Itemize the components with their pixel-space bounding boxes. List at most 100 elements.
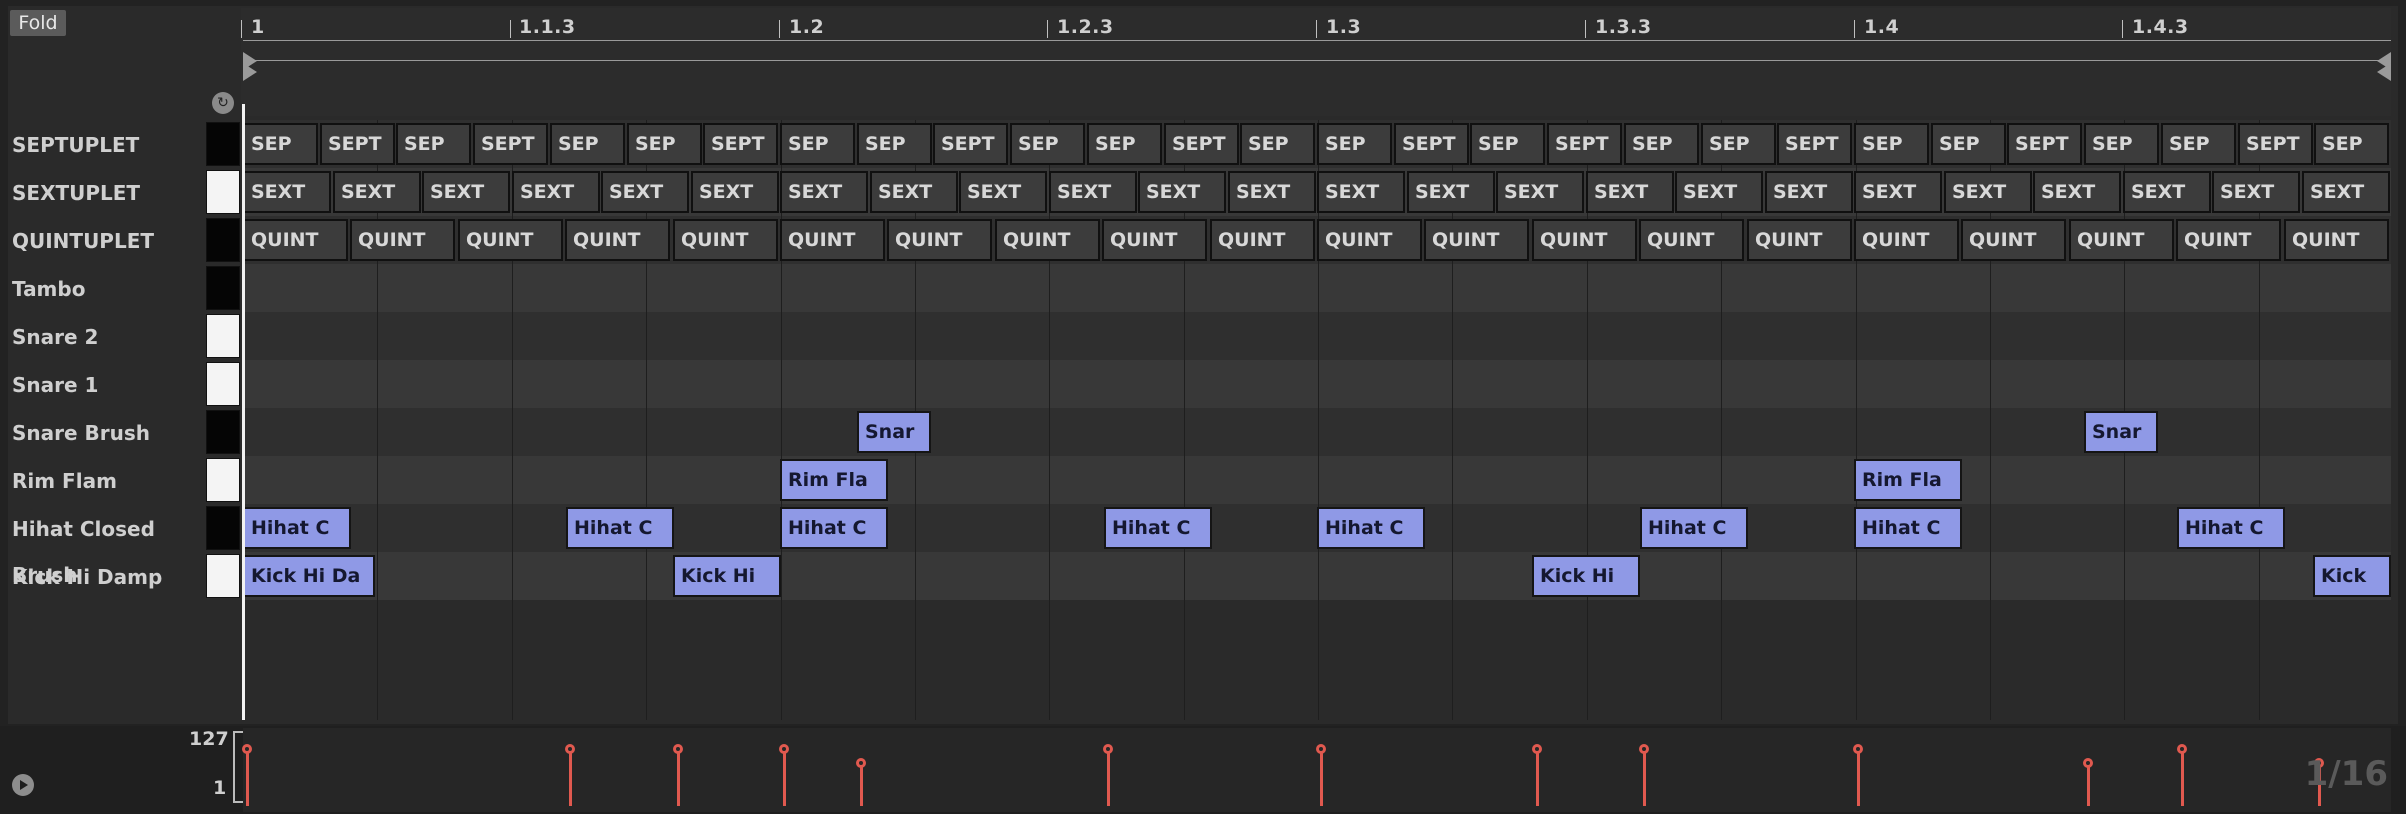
midi-note[interactable]: SEXT — [512, 171, 600, 213]
midi-note[interactable]: Hihat C — [1317, 507, 1425, 549]
midi-note[interactable]: SEXT — [243, 171, 331, 213]
midi-note[interactable]: Kick Hi — [673, 555, 781, 597]
midi-note[interactable]: SEPT — [1164, 123, 1239, 165]
midi-note[interactable]: SEXT — [1228, 171, 1316, 213]
lane-label[interactable]: Snare 1 — [8, 362, 206, 408]
midi-note[interactable]: SEP — [1317, 123, 1392, 165]
follow-icon[interactable]: ↻ — [212, 92, 234, 114]
midi-note[interactable]: SEXT — [2123, 171, 2211, 213]
midi-note[interactable]: QUINT — [995, 219, 1100, 261]
velocity-handle[interactable] — [1103, 744, 1113, 754]
midi-note[interactable]: SEXT — [422, 171, 510, 213]
clip-start-marker[interactable] — [243, 63, 257, 81]
lane-row[interactable] — [243, 408, 2391, 456]
midi-note[interactable]: SEPT — [1777, 123, 1852, 165]
midi-note[interactable]: QUINT — [458, 219, 563, 261]
midi-note[interactable]: SEP — [627, 123, 702, 165]
midi-note[interactable]: QUINT — [1639, 219, 1744, 261]
midi-note[interactable]: Kick — [2313, 555, 2391, 597]
midi-note[interactable]: QUINT — [1854, 219, 1959, 261]
midi-note[interactable]: SEPT — [473, 123, 548, 165]
midi-note[interactable]: QUINT — [887, 219, 992, 261]
midi-note[interactable]: SEP — [1240, 123, 1315, 165]
lane-preview-key[interactable] — [206, 506, 240, 550]
midi-note[interactable]: SEXT — [870, 171, 958, 213]
lane-label[interactable]: Snare 2 — [8, 314, 206, 360]
lane-label[interactable]: Hihat Closed Brush — [8, 506, 206, 587]
midi-note[interactable]: QUINT — [2176, 219, 2281, 261]
midi-note[interactable]: QUINT — [1961, 219, 2066, 261]
midi-note[interactable]: QUINT — [1317, 219, 1422, 261]
velocity-handle[interactable] — [673, 744, 683, 754]
midi-note[interactable]: SEXT — [1675, 171, 1763, 213]
lane-preview-key[interactable] — [206, 314, 240, 358]
midi-note[interactable]: SEP — [2314, 123, 2389, 165]
midi-note[interactable]: SEP — [1087, 123, 1162, 165]
midi-note[interactable]: QUINT — [1424, 219, 1529, 261]
midi-note[interactable]: Rim Fla — [780, 459, 888, 501]
lane-row[interactable] — [243, 360, 2391, 408]
grid-quantization-label[interactable]: 1/16 — [2305, 754, 2388, 794]
midi-note[interactable]: SEP — [1854, 123, 1929, 165]
midi-note[interactable]: QUINT — [243, 219, 348, 261]
midi-note[interactable]: SEP — [243, 123, 318, 165]
midi-note[interactable]: SEXT — [1317, 171, 1405, 213]
lane-label[interactable]: SEXTUPLET — [8, 170, 206, 216]
midi-note[interactable]: SEXT — [2033, 171, 2121, 213]
midi-note[interactable]: QUINT — [350, 219, 455, 261]
midi-note[interactable]: SEXT — [2212, 171, 2300, 213]
lane-row[interactable] — [243, 312, 2391, 360]
midi-note[interactable]: Hihat C — [566, 507, 674, 549]
midi-note[interactable]: QUINT — [2284, 219, 2389, 261]
lane-preview-key[interactable] — [206, 266, 240, 310]
midi-note[interactable]: SEXT — [333, 171, 421, 213]
lane-preview-key[interactable] — [206, 218, 240, 262]
midi-note[interactable]: SEPT — [933, 123, 1008, 165]
midi-note[interactable]: SEXT — [1496, 171, 1584, 213]
midi-note[interactable]: SEP — [1701, 123, 1776, 165]
midi-note[interactable]: Hihat C — [1640, 507, 1748, 549]
velocity-handle[interactable] — [2083, 758, 2093, 768]
midi-note[interactable]: Snar — [2084, 411, 2158, 453]
midi-note[interactable]: QUINT — [1210, 219, 1315, 261]
midi-note[interactable]: Kick Hi — [1532, 555, 1640, 597]
midi-note[interactable]: SEP — [396, 123, 471, 165]
midi-note[interactable]: SEPT — [1394, 123, 1469, 165]
lane-label[interactable]: Kick Hi Damp — [8, 554, 206, 600]
lane-label[interactable]: Rim Flam — [8, 458, 206, 504]
midi-note[interactable]: QUINT — [2069, 219, 2174, 261]
midi-note[interactable]: SEPT — [320, 123, 395, 165]
velocity-handle[interactable] — [1639, 744, 1649, 754]
velocity-handle[interactable] — [2177, 744, 2187, 754]
velocity-handle[interactable] — [779, 744, 789, 754]
velocity-handle[interactable] — [1853, 744, 1863, 754]
midi-note[interactable]: SEXT — [691, 171, 779, 213]
lane-preview-key[interactable] — [206, 410, 240, 454]
midi-note[interactable]: SEP — [2084, 123, 2159, 165]
velocity-handle[interactable] — [1316, 744, 1326, 754]
lane-preview-key[interactable] — [206, 122, 240, 166]
lane-label[interactable]: QUINTUPLET — [8, 218, 206, 264]
midi-note[interactable]: SEXT — [1138, 171, 1226, 213]
midi-note[interactable]: SEXT — [601, 171, 689, 213]
midi-note[interactable]: SEP — [1624, 123, 1699, 165]
midi-note[interactable]: Hihat C — [2177, 507, 2285, 549]
midi-note[interactable]: QUINT — [1102, 219, 1207, 261]
midi-note[interactable]: QUINT — [565, 219, 670, 261]
lane-row[interactable] — [243, 264, 2391, 312]
midi-note[interactable]: SEP — [780, 123, 855, 165]
midi-note[interactable]: Hihat C — [1104, 507, 1212, 549]
preview-play-icon[interactable] — [12, 774, 34, 796]
velocity-panel[interactable] — [243, 728, 2391, 812]
velocity-handle[interactable] — [856, 758, 866, 768]
midi-note[interactable]: SEPT — [703, 123, 778, 165]
midi-note[interactable]: Rim Fla — [1854, 459, 1962, 501]
midi-note[interactable]: SEP — [857, 123, 932, 165]
lane-label[interactable]: SEPTUPLET — [8, 122, 206, 168]
lane-preview-key[interactable] — [206, 170, 240, 214]
lane-row[interactable] — [243, 552, 2391, 600]
midi-note[interactable]: Hihat C — [1854, 507, 1962, 549]
lane-preview-key[interactable] — [206, 554, 240, 598]
midi-note[interactable]: SEXT — [1765, 171, 1853, 213]
midi-note[interactable]: SEXT — [2302, 171, 2390, 213]
